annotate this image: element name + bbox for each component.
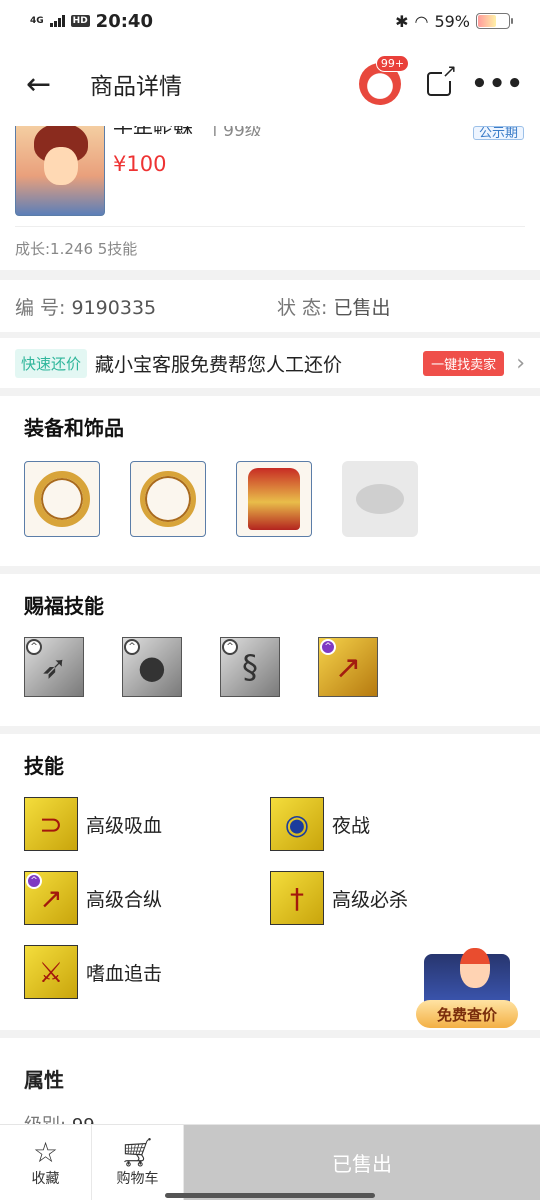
skill-item[interactable]: † 高级必杀 — [270, 871, 516, 925]
equipment-list — [24, 461, 516, 537]
free-price-check-button[interactable]: 免费查价 — [416, 946, 518, 1028]
item-number-value: 9190335 — [71, 296, 157, 319]
status-left: 4G HD 20:40 — [30, 11, 153, 32]
find-seller-button[interactable]: 一键找卖家 — [423, 350, 505, 376]
equipment-ring-1[interactable] — [24, 461, 100, 537]
skill-title: 技能 — [24, 754, 64, 778]
equipment-title: 装备和饰品 — [24, 416, 124, 440]
skill-name: 高级吸血 — [86, 814, 163, 837]
skill-name: 高级合纵 — [86, 888, 163, 911]
product-summary: 千年蛇魅 | 99级 公示期 ¥100 成长:1.246 5技能 — [0, 126, 540, 270]
equipment-armor[interactable] — [236, 461, 312, 537]
bless-skill-section: 赐福技能 ^ ➶ ^ ● ^ § ^ ↗ — [0, 574, 540, 726]
item-number: 编 号: 9190335 — [15, 293, 277, 320]
product-level-value: 99级 — [223, 126, 262, 136]
haggle-text: 藏小宝客服免费帮您人工还价 — [95, 353, 343, 376]
sold-out-button: 已售出 — [184, 1125, 540, 1200]
bless-skill-bow[interactable]: ^ ➶ — [24, 637, 84, 697]
bless-skill-list: ^ ➶ ^ ● ^ § ^ ↗ — [24, 637, 516, 697]
ring-icon — [34, 471, 90, 527]
ring-icon — [140, 471, 196, 527]
armor-icon — [248, 468, 300, 530]
equipment-ring-2[interactable] — [130, 461, 206, 537]
blood-drain-icon: ⊃ — [24, 797, 78, 851]
haggle-banner[interactable]: 快速还价 藏小宝客服免费帮您人工还价 一键找卖家 › — [0, 338, 540, 388]
crossed-swords-icon: ⚔ — [24, 945, 78, 999]
star-icon: ☆ — [32, 1135, 59, 1169]
swirl-icon: § — [242, 648, 258, 686]
equipment-empty-slot — [342, 461, 418, 537]
product-price: ¥100 — [113, 152, 167, 176]
promo-character — [460, 948, 490, 988]
product-thumbnail[interactable] — [15, 126, 105, 216]
skill-item[interactable]: ◉ 夜战 — [270, 797, 516, 851]
status-right: ✱ ◠ 59% — [395, 11, 513, 31]
favorite-label: 收藏 — [31, 1170, 60, 1187]
bless-skill-swirl[interactable]: ^ § — [220, 637, 280, 697]
promo-label: 免费查价 — [416, 1000, 518, 1028]
hd-icon: HD — [70, 15, 90, 27]
skill-name: 嗜血追击 — [86, 962, 163, 985]
status-bar: 4G HD 20:40 ✱ ◠ 59% — [0, 0, 540, 42]
skill-item[interactable]: ⊃ 高级吸血 — [24, 797, 270, 851]
thumbnail-face — [44, 147, 78, 185]
bless-title: 赐福技能 — [24, 594, 104, 618]
share-icon[interactable] — [427, 63, 458, 96]
item-status-value: 已售出 — [333, 296, 391, 319]
bottom-bar: ☆ 收藏 🛒︎ 购物车 已售出 — [0, 1124, 540, 1200]
message-badge: 99+ — [375, 55, 410, 72]
bless-skill-spear[interactable]: ^ ↗ — [318, 637, 378, 697]
skill-item[interactable]: ^ ↗ 高级合纵 — [24, 871, 270, 925]
network-type: 4G — [30, 15, 44, 26]
home-indicator — [165, 1193, 375, 1198]
skill-item[interactable]: ⚔ 嗜血追击 — [24, 945, 270, 999]
spear-icon: ↗ — [334, 648, 362, 686]
attribute-title: 属性 — [24, 1068, 64, 1092]
attribute-section: 属性 级别: 99 — [0, 1038, 540, 1138]
info-row: 编 号: 9190335 状 态: 已售出 — [0, 280, 540, 332]
product-name: 千年蛇魅 — [113, 126, 193, 134]
skill-name: 高级必杀 — [332, 888, 409, 911]
chevron-right-icon[interactable]: › — [516, 351, 525, 376]
page-title: 商品详情 — [90, 74, 182, 100]
favorite-button[interactable]: ☆ 收藏 — [0, 1125, 92, 1200]
skill-name: 夜战 — [332, 814, 371, 837]
battery-icon — [476, 13, 513, 29]
orb-icon: ● — [138, 648, 166, 686]
back-arrow-icon[interactable]: ← — [26, 67, 66, 102]
item-status-label: 状 态: — [277, 296, 328, 319]
cart-button[interactable]: 🛒︎ 购物车 — [92, 1125, 184, 1200]
sword-icon: † — [270, 871, 324, 925]
wifi-icon: ◠ — [414, 11, 429, 31]
spear-icon: ^ ↗ — [24, 871, 78, 925]
cart-icon: 🛒︎ — [119, 1135, 156, 1169]
haggle-tag: 快速还价 — [15, 348, 88, 378]
cart-label: 购物车 — [116, 1170, 159, 1187]
more-icon[interactable]: ••• — [471, 69, 524, 99]
upgrade-mark-icon: ^ — [26, 873, 42, 889]
bluetooth-icon: ✱ — [395, 11, 409, 31]
public-period-badge: 公示期 — [472, 126, 524, 140]
signal-icon — [49, 15, 65, 27]
product-level: | 99级 — [212, 126, 262, 136]
bless-skill-orbs[interactable]: ^ ● — [122, 637, 182, 697]
item-number-label: 编 号: — [15, 296, 66, 319]
nav-bar: ← 商品详情 99+ ••• — [0, 42, 540, 126]
battery-percent: 59% — [434, 11, 470, 31]
battery-fill — [478, 15, 496, 27]
equipment-section: 装备和饰品 — [0, 396, 540, 566]
item-status: 状 态: 已售出 — [277, 293, 391, 320]
divider — [15, 226, 525, 227]
clock: 20:40 — [95, 10, 153, 32]
growth-info: 成长:1.246 5技能 — [15, 240, 138, 258]
eye-icon: ◉ — [270, 797, 324, 851]
bow-icon: ➶ — [40, 648, 68, 686]
avatar[interactable]: 99+ — [359, 55, 410, 105]
empty-slot-icon — [356, 484, 404, 514]
